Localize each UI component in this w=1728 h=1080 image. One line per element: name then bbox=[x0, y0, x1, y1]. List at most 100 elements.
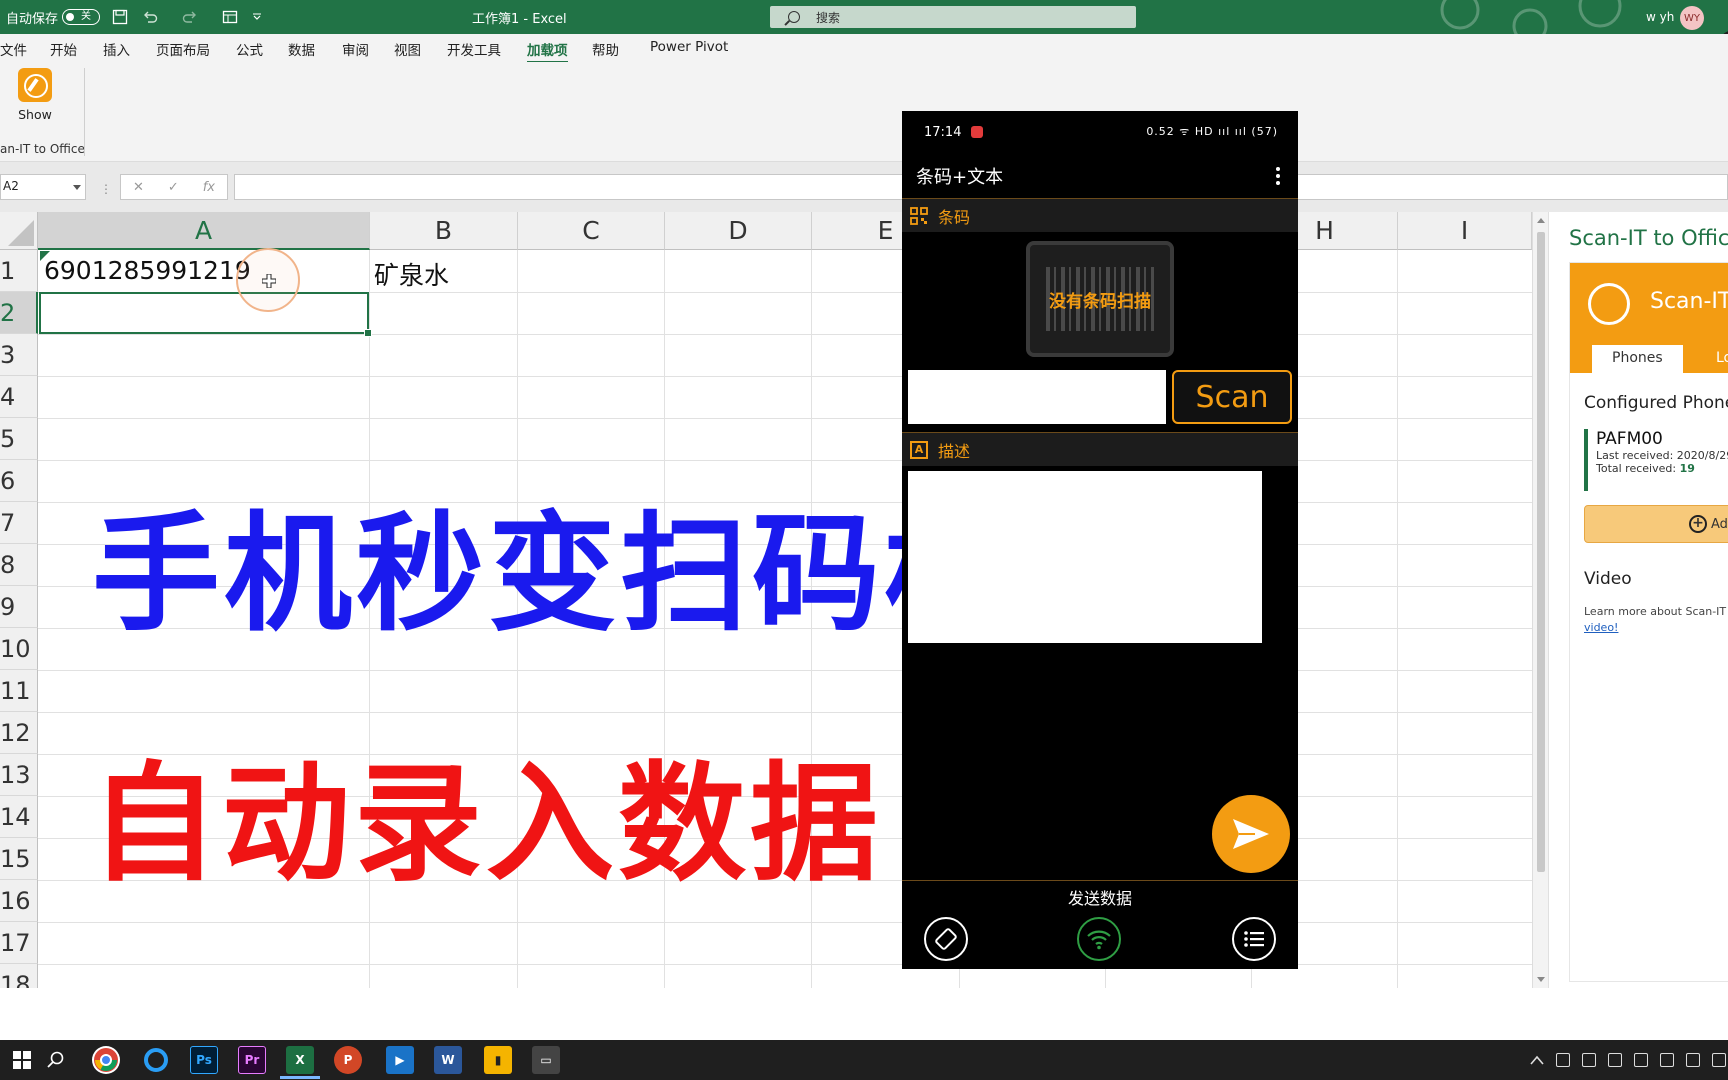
tab-formulas[interactable]: 公式 bbox=[236, 39, 263, 59]
list-icon[interactable] bbox=[1232, 917, 1276, 961]
excel-icon[interactable]: X bbox=[286, 1046, 314, 1074]
chevron-up-icon[interactable] bbox=[1530, 1055, 1544, 1065]
cell-b1[interactable]: 矿泉水 bbox=[374, 256, 449, 292]
row-header-16[interactable]: 16 bbox=[0, 880, 38, 922]
row-header-8[interactable]: 8 bbox=[0, 544, 38, 586]
autosave-label: 自动保存 bbox=[6, 11, 59, 27]
row-header-6[interactable]: 6 bbox=[0, 460, 38, 502]
network-icon[interactable] bbox=[1712, 1053, 1726, 1067]
group-divider bbox=[84, 68, 85, 156]
tab-insert[interactable]: 插入 bbox=[103, 39, 130, 59]
barcode-input[interactable] bbox=[908, 370, 1166, 424]
formula-buttons: ✕ ✓ fx bbox=[120, 174, 228, 200]
customize-qa-icon[interactable] bbox=[252, 0, 262, 34]
form-icon[interactable] bbox=[222, 0, 238, 34]
tab-addins[interactable]: 加载项 bbox=[527, 39, 568, 64]
scroll-up-icon[interactable] bbox=[1537, 218, 1545, 223]
autosave-toggle-wrap[interactable]: 关 bbox=[62, 0, 100, 34]
scroll-thumb[interactable] bbox=[1537, 232, 1545, 872]
insert-function-icon[interactable]: fx bbox=[203, 180, 215, 195]
scroll-down-icon[interactable] bbox=[1537, 977, 1545, 982]
tab-view[interactable]: 视图 bbox=[394, 39, 421, 59]
microphone-icon[interactable] bbox=[1608, 1053, 1622, 1067]
tab-page-layout[interactable]: 页面布局 bbox=[156, 39, 210, 59]
row-header-3[interactable]: 3 bbox=[0, 334, 38, 376]
tray-icon[interactable] bbox=[1686, 1053, 1700, 1067]
tab-home[interactable]: 开始 bbox=[50, 39, 77, 59]
enter-icon[interactable]: ✓ bbox=[168, 180, 179, 195]
window-app-icon[interactable]: ▭ bbox=[532, 1046, 560, 1074]
tab-phones[interactable]: Phones bbox=[1592, 345, 1683, 373]
row-header-4[interactable]: 4 bbox=[0, 376, 38, 418]
tab-log[interactable]: Lo bbox=[1704, 345, 1728, 373]
redo-icon[interactable] bbox=[182, 0, 198, 34]
show-button[interactable]: Show bbox=[14, 68, 56, 122]
shield-icon[interactable] bbox=[1582, 1053, 1596, 1067]
add-phone-button[interactable]: + Ad bbox=[1584, 505, 1728, 543]
video-link[interactable]: video! bbox=[1584, 621, 1618, 634]
chart-app-icon[interactable]: ▮ bbox=[484, 1046, 512, 1074]
start-icon[interactable] bbox=[8, 1046, 36, 1074]
word-icon[interactable]: W bbox=[434, 1046, 462, 1074]
description-input[interactable] bbox=[908, 471, 1262, 643]
scan-button[interactable]: Scan bbox=[1172, 370, 1292, 424]
pane-header-title: Scan-IT to Office bbox=[1650, 289, 1728, 314]
user-name[interactable]: w yh bbox=[1646, 0, 1674, 34]
column-header-a[interactable]: A bbox=[38, 212, 370, 250]
row-header-5[interactable]: 5 bbox=[0, 418, 38, 460]
column-header-c[interactable]: C bbox=[518, 212, 665, 250]
search-box[interactable]: 搜索 bbox=[770, 6, 1136, 28]
tab-review[interactable]: 审阅 bbox=[342, 39, 369, 59]
wifi-icon[interactable] bbox=[1077, 917, 1121, 961]
save-icon[interactable] bbox=[112, 0, 128, 34]
configured-phone-item[interactable]: PAFM00 Last received: 2020/8/29 Total re… bbox=[1584, 429, 1728, 491]
video-app-icon[interactable]: ▶ bbox=[386, 1046, 414, 1074]
tab-data[interactable]: 数据 bbox=[288, 39, 315, 59]
tab-help[interactable]: 帮助 bbox=[592, 39, 619, 59]
cancel-icon[interactable]: ✕ bbox=[133, 180, 144, 195]
chevron-down-icon[interactable] bbox=[73, 185, 81, 190]
plus-icon: + bbox=[1689, 515, 1707, 533]
row-header-13[interactable]: 13 bbox=[0, 754, 38, 796]
tab-power-pivot[interactable]: Power Pivot bbox=[650, 39, 728, 55]
barcode-preview[interactable]: 没有条码扫描 bbox=[1026, 241, 1174, 357]
undo-icon[interactable] bbox=[142, 0, 158, 34]
tray-icon[interactable] bbox=[1556, 1053, 1570, 1067]
rotate-icon[interactable] bbox=[924, 917, 968, 961]
autosave-toggle[interactable]: 关 bbox=[62, 9, 100, 25]
row-header-1[interactable]: 1 bbox=[0, 250, 38, 292]
name-box[interactable]: A2 bbox=[0, 174, 86, 200]
tray-icon[interactable] bbox=[1660, 1053, 1674, 1067]
browser-icon[interactable] bbox=[142, 1046, 170, 1074]
row-header-11[interactable]: 11 bbox=[0, 670, 38, 712]
send-button[interactable] bbox=[1212, 795, 1290, 873]
row-header-17[interactable]: 17 bbox=[0, 922, 38, 964]
column-header-b[interactable]: B bbox=[370, 212, 518, 250]
column-header-i[interactable]: I bbox=[1398, 212, 1532, 250]
column-header-d[interactable]: D bbox=[665, 212, 812, 250]
row-header-9[interactable]: 9 bbox=[0, 586, 38, 628]
tab-developer[interactable]: 开发工具 bbox=[447, 39, 501, 59]
row-header-2[interactable]: 2 bbox=[0, 292, 38, 334]
row-header-15[interactable]: 15 bbox=[0, 838, 38, 880]
avatar[interactable]: WY bbox=[1680, 6, 1704, 30]
tray-icon[interactable] bbox=[1634, 1053, 1648, 1067]
search-icon[interactable] bbox=[42, 1046, 70, 1074]
row-header-18[interactable]: 18 bbox=[0, 964, 38, 988]
photoshop-icon[interactable]: Ps bbox=[190, 1046, 218, 1074]
active-cell-a2[interactable] bbox=[39, 292, 372, 337]
row-header-7[interactable]: 7 bbox=[0, 502, 38, 544]
add-phone-label: Ad bbox=[1711, 516, 1728, 532]
description-section-label: 描述 bbox=[938, 441, 971, 461]
cell-a1[interactable]: 6901285991219 bbox=[44, 256, 251, 285]
row-header-12[interactable]: 12 bbox=[0, 712, 38, 754]
tab-file[interactable]: 文件 bbox=[0, 39, 27, 59]
row-header-10[interactable]: 10 bbox=[0, 628, 38, 670]
vertical-scrollbar[interactable] bbox=[1532, 212, 1548, 988]
premiere-icon[interactable]: Pr bbox=[238, 1046, 266, 1074]
select-all-corner[interactable] bbox=[0, 212, 38, 250]
powerpoint-icon[interactable]: P bbox=[334, 1046, 362, 1074]
chrome-icon[interactable] bbox=[92, 1046, 120, 1074]
row-header-14[interactable]: 14 bbox=[0, 796, 38, 838]
overflow-menu-icon[interactable] bbox=[1276, 167, 1280, 185]
